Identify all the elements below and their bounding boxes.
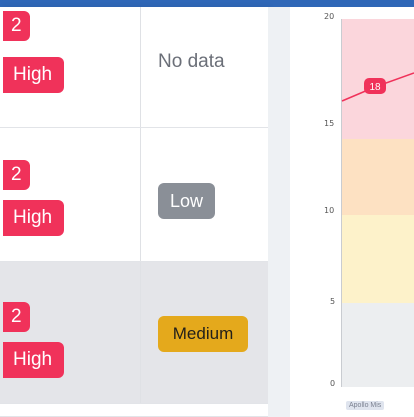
count-badge: 2 (3, 11, 30, 41)
status-text: No data (158, 51, 225, 72)
column-divider (140, 128, 141, 261)
table-row[interactable]: 2 High No data (0, 7, 268, 128)
chart-lines: 18 (341, 72, 414, 102)
table-row[interactable]: 2 High (0, 128, 268, 262)
risk-level-badge: High (3, 342, 65, 378)
data-point-label: 18 (369, 82, 381, 93)
x-axis-label: Apollo Mis (346, 401, 385, 410)
risk-level-badge: High (3, 57, 65, 93)
top-accent-bar (0, 0, 414, 7)
risk-table: 2 High No data 2 High 2 High Low Medium (0, 7, 268, 417)
count-badge: 2 (3, 302, 30, 332)
count-badge: 2 (3, 160, 30, 190)
column-divider (140, 7, 141, 127)
table-row (0, 404, 268, 417)
panel-gap (268, 7, 290, 417)
status-badge-low: Low (158, 183, 215, 219)
risk-level-badge: High (3, 200, 65, 236)
status-badge-medium: Medium (158, 316, 248, 352)
risk-chart: 20 15 10 5 0 18 Apollo Mis (290, 7, 414, 417)
column-divider (140, 262, 141, 403)
